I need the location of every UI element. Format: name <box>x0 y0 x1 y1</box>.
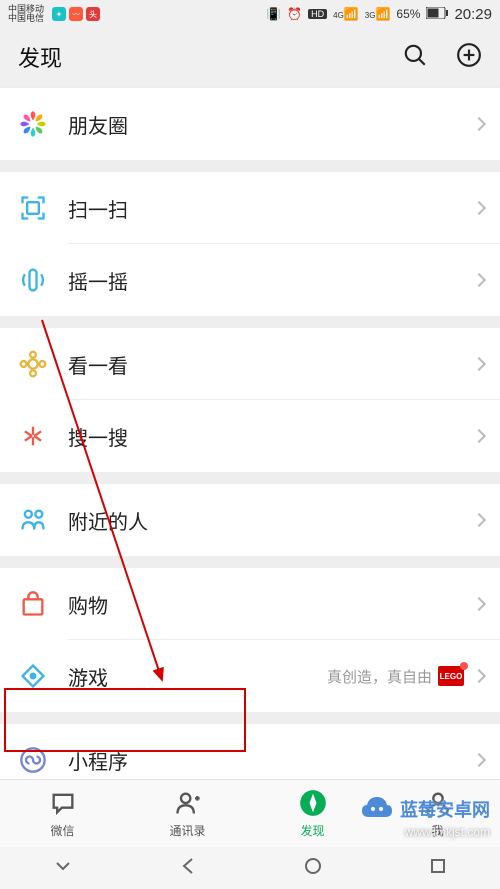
tab-me[interactable]: 我 <box>375 780 500 847</box>
chats-tab-icon <box>49 789 77 820</box>
row-label-games: 游戏 <box>68 662 327 691</box>
nav-dropdown-icon[interactable] <box>53 856 73 881</box>
lego-badge: LEGO <box>438 666 464 686</box>
row-label-search: 搜一搜 <box>68 422 464 451</box>
status-bar: 中国移动 中国电信 ✦ 〰 头 📳 ⏰ HD 4G📶 3G📶 65% 20:29 <box>0 0 500 28</box>
tab-label-chats: 微信 <box>50 822 74 839</box>
chevron-right-icon <box>472 669 486 683</box>
battery-percent: 65% <box>396 7 420 21</box>
carrier-2: 中国电信 <box>8 14 44 23</box>
row-shopping[interactable]: 购物 <box>0 568 500 640</box>
tab-label-me: 我 <box>431 822 443 839</box>
status-app-icon-2: 〰 <box>69 7 83 21</box>
status-app-icon-3: 头 <box>86 7 100 21</box>
page-title: 发现 <box>18 41 62 73</box>
chevron-right-icon <box>472 753 486 767</box>
miniprogram-icon <box>18 745 48 775</box>
nav-recent-icon[interactable] <box>428 856 448 881</box>
chevron-right-icon <box>472 597 486 611</box>
contacts-tab-icon <box>174 789 202 820</box>
alarm-icon: ⏰ <box>287 7 302 21</box>
nav-back-icon[interactable] <box>178 856 198 881</box>
signal-1: 4G📶 <box>333 7 359 21</box>
chevron-right-icon <box>472 201 486 215</box>
chevron-right-icon <box>472 273 486 287</box>
shopping-icon <box>18 589 48 619</box>
discover-tab-icon <box>299 789 327 820</box>
chevron-right-icon <box>472 357 486 371</box>
add-icon[interactable] <box>456 42 482 73</box>
row-label-topstories: 看一看 <box>68 350 464 379</box>
scan-icon <box>18 193 48 223</box>
row-label-nearby: 附近的人 <box>68 506 464 535</box>
row-moments[interactable]: 朋友圈 <box>0 88 500 160</box>
nearby-icon <box>18 505 48 535</box>
row-label-miniprogram: 小程序 <box>68 746 464 775</box>
games-icon <box>18 661 48 691</box>
row-search[interactable]: 搜一搜 <box>0 400 500 472</box>
tab-chats[interactable]: 微信 <box>0 780 125 847</box>
row-nearby[interactable]: 附近的人 <box>0 484 500 556</box>
row-topstories[interactable]: 看一看 <box>0 328 500 400</box>
moments-icon <box>18 109 48 139</box>
tab-bar: 微信 通讯录 发现 我 <box>0 779 500 847</box>
status-app-icon-1: ✦ <box>52 7 66 21</box>
clock-time: 20:29 <box>454 6 492 23</box>
tab-label-contacts: 通讯录 <box>169 822 205 839</box>
row-label-shake: 摇一摇 <box>68 266 464 295</box>
row-shake[interactable]: 摇一摇 <box>0 244 500 316</box>
vibrate-icon: 📳 <box>266 7 281 21</box>
system-nav-bar <box>0 847 500 889</box>
chevron-right-icon <box>472 429 486 443</box>
tab-label-discover: 发现 <box>300 822 324 839</box>
shake-icon <box>18 265 48 295</box>
search-icon[interactable] <box>402 42 428 73</box>
header: 发现 <box>0 28 500 86</box>
signal-2: 3G📶 <box>365 7 391 21</box>
hd-badge: HD <box>308 9 327 19</box>
chevron-right-icon <box>472 513 486 527</box>
battery-icon <box>426 7 448 22</box>
row-extra-games: 真创造，真自由LEGO <box>327 666 464 687</box>
row-label-moments: 朋友圈 <box>68 110 464 139</box>
chevron-right-icon <box>472 117 486 131</box>
row-games[interactable]: 游戏真创造，真自由LEGO <box>0 640 500 712</box>
me-tab-icon <box>424 789 452 820</box>
row-label-shopping: 购物 <box>68 590 464 619</box>
nav-home-icon[interactable] <box>303 856 323 881</box>
row-scan[interactable]: 扫一扫 <box>0 172 500 244</box>
tab-discover[interactable]: 发现 <box>250 780 375 847</box>
search-icon <box>18 421 48 451</box>
row-label-scan: 扫一扫 <box>68 194 464 223</box>
topstories-icon <box>18 349 48 379</box>
tab-contacts[interactable]: 通讯录 <box>125 780 250 847</box>
